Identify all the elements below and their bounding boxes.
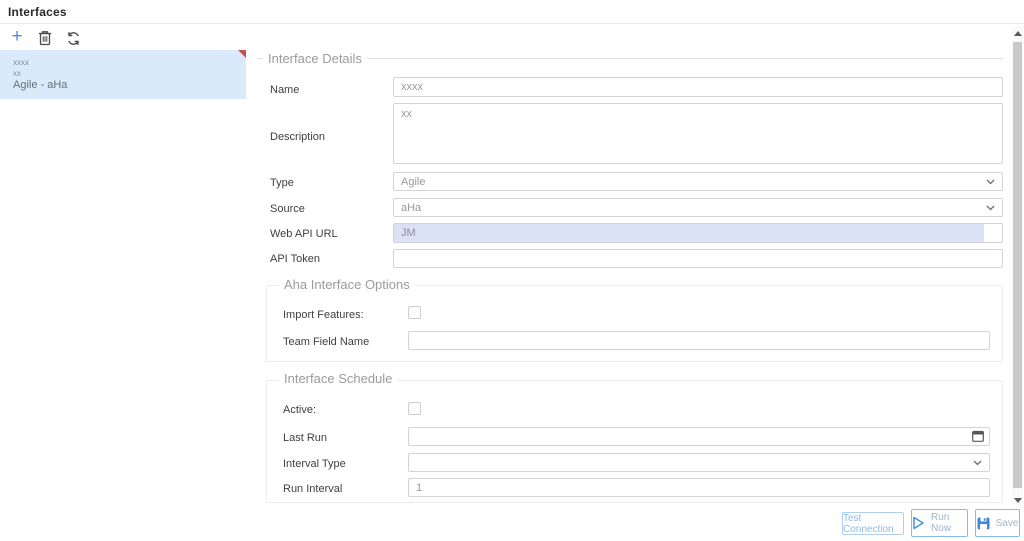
scrollbar-down-arrow-icon[interactable]	[1014, 498, 1022, 503]
last-run-label: Last Run	[283, 432, 328, 444]
api-token-input[interactable]	[393, 249, 1003, 268]
team-field-name-label: Team Field Name	[283, 336, 370, 348]
name-input[interactable]	[393, 77, 1003, 97]
run-interval-input[interactable]	[408, 478, 990, 497]
schedule-section-title: Interface Schedule	[279, 371, 398, 386]
save-button[interactable]: Save	[975, 509, 1020, 537]
list-item-name: xxxx	[13, 58, 29, 67]
unsaved-flag-icon	[238, 50, 246, 58]
test-connection-button[interactable]: Test Connection	[842, 512, 904, 535]
play-icon	[912, 516, 925, 530]
refresh-icon	[66, 31, 81, 46]
refresh-list-button[interactable]	[63, 28, 83, 48]
details-section-rule	[257, 58, 1003, 59]
type-select[interactable]: Agile	[393, 172, 1003, 191]
description-label: Description	[270, 131, 326, 143]
run-interval-label: Run Interval	[283, 483, 343, 495]
name-label: Name	[270, 84, 300, 96]
web-api-url-label: Web API URL	[270, 228, 338, 240]
page-title: Interfaces	[8, 5, 67, 19]
calendar-icon[interactable]	[972, 430, 984, 442]
chevron-down-icon	[986, 179, 995, 184]
active-checkbox[interactable]	[408, 402, 421, 415]
source-select[interactable]: aHa	[393, 198, 1003, 217]
delete-interface-button[interactable]	[35, 28, 55, 48]
run-now-button[interactable]: Run Now	[911, 509, 968, 537]
save-label: Save	[995, 517, 1019, 529]
import-features-checkbox[interactable]	[408, 306, 421, 319]
interval-type-select[interactable]	[408, 453, 990, 472]
last-run-input[interactable]	[408, 427, 990, 446]
interface-list-item-selected[interactable]: xxxx xx Agile - aHa	[0, 50, 246, 99]
add-interface-button[interactable]: +	[7, 27, 27, 47]
details-section-title: Interface Details	[263, 51, 367, 66]
source-select-value: aHa	[401, 201, 422, 214]
source-label: Source	[270, 203, 305, 215]
run-now-label: Run Now	[931, 512, 952, 534]
team-field-name-input[interactable]	[408, 331, 990, 350]
api-token-label: API Token	[270, 253, 320, 265]
aha-options-section-title: Aha Interface Options	[279, 277, 415, 292]
interval-type-label: Interval Type	[283, 458, 346, 470]
type-label: Type	[270, 177, 294, 189]
scrollbar-thumb[interactable]	[1013, 42, 1022, 488]
web-api-url-input[interactable]	[393, 223, 1003, 243]
chevron-down-icon	[973, 460, 982, 465]
test-connection-label: Test Connection	[843, 512, 894, 535]
list-item-description: xx	[13, 69, 21, 78]
active-label: Active:	[283, 404, 317, 416]
plus-icon: +	[11, 26, 23, 47]
list-item-type-source: Agile - aHa	[13, 79, 68, 91]
title-bar: Interfaces	[0, 0, 1024, 24]
type-select-value: Agile	[401, 175, 426, 188]
trash-icon	[38, 30, 52, 46]
interfaces-window: Interfaces + xxxx xx Agile - aHa Interfa…	[0, 0, 1024, 541]
description-textarea[interactable]: xx	[393, 103, 1003, 164]
import-features-label: Import Features:	[283, 309, 364, 321]
chevron-down-icon	[986, 205, 995, 210]
aha-options-fieldset	[266, 285, 1003, 362]
save-floppy-icon	[977, 517, 990, 530]
scrollbar-up-arrow-icon[interactable]	[1014, 31, 1022, 36]
